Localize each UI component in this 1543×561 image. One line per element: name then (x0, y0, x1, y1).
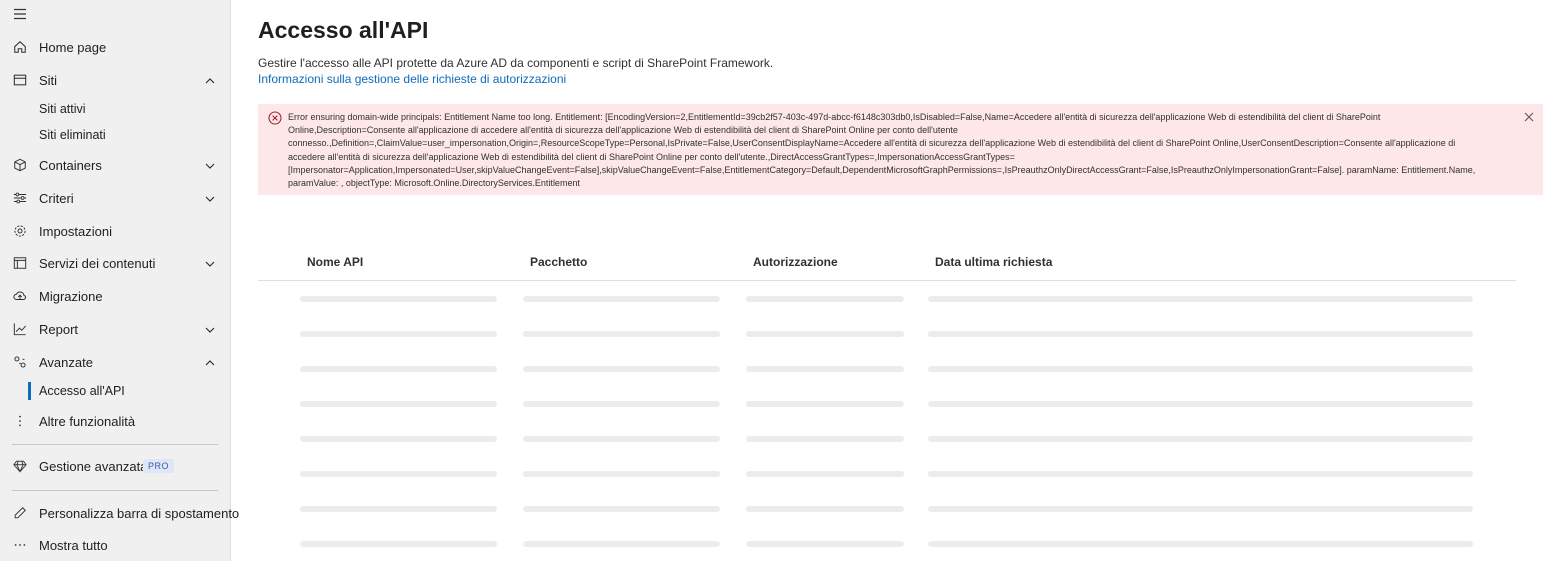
nav-servizi-contenuti[interactable]: Servizi dei contenuti (0, 248, 231, 278)
skeleton-bar (746, 366, 904, 372)
error-message-bar: Error ensuring domain-wide principals: E… (258, 104, 1543, 195)
skeleton-bar (300, 331, 497, 337)
table-header-divider (258, 280, 1516, 281)
advanced-icon (12, 354, 28, 370)
column-header-autorizzazione[interactable]: Autorizzazione (753, 255, 838, 269)
skeleton-bar (300, 506, 497, 512)
nav-avanzate[interactable]: Avanzate (0, 347, 231, 377)
nav-personalizza[interactable]: Personalizza barra di spostamento (0, 498, 239, 528)
nav-criteri[interactable]: Criteri (0, 183, 231, 213)
skeleton-bar (928, 296, 1473, 302)
skeleton-bar (746, 541, 904, 547)
diamond-icon (12, 458, 28, 474)
nav-divider (12, 444, 218, 445)
left-navigation: Home page Siti Siti attivi Siti eliminat… (0, 0, 239, 561)
skeleton-bar (746, 296, 904, 302)
permission-requests-info-link[interactable]: Informazioni sulla gestione delle richie… (258, 72, 566, 86)
chevron-up-icon[interactable] (204, 74, 216, 86)
nav-label: Home page (39, 39, 107, 55)
skeleton-bar (300, 401, 497, 407)
skeleton-bar (928, 541, 1473, 547)
settings-icon (12, 223, 28, 239)
close-icon[interactable] (1522, 110, 1536, 124)
column-header-pacchetto[interactable]: Pacchetto (530, 255, 587, 269)
nav-mostra-tutto[interactable]: Mostra tutto (0, 530, 231, 560)
skeleton-bar (746, 436, 904, 442)
chevron-down-icon[interactable] (204, 159, 216, 171)
nav-siti-attivi[interactable]: Siti attivi (0, 98, 231, 122)
active-indicator (28, 382, 31, 400)
nav-migrazione[interactable]: Migrazione (0, 281, 231, 311)
migration-icon (12, 288, 28, 304)
skeleton-bar (746, 331, 904, 337)
skeleton-bar (523, 471, 720, 477)
nav-accesso-api[interactable]: Accesso all'API (0, 380, 231, 404)
nav-siti[interactable]: Siti (0, 65, 231, 95)
policies-icon (12, 190, 28, 206)
nav-divider (12, 490, 218, 491)
skeleton-bar (746, 506, 904, 512)
skeleton-bar (746, 401, 904, 407)
skeleton-bar (300, 541, 497, 547)
pro-badge: PRO (143, 459, 175, 473)
home-icon (12, 39, 28, 55)
skeleton-bar (746, 471, 904, 477)
skeleton-bar (928, 331, 1473, 337)
skeleton-bar (523, 541, 720, 547)
skeleton-bar (300, 366, 497, 372)
nav-containers[interactable]: Containers (0, 150, 231, 180)
nav-home-page[interactable]: Home page (0, 32, 231, 62)
skeleton-bar (928, 471, 1473, 477)
skeleton-bar (523, 331, 720, 337)
chevron-down-icon[interactable] (204, 323, 216, 335)
skeleton-bar (523, 296, 720, 302)
nav-siti-eliminati[interactable]: Siti eliminati (0, 124, 231, 148)
column-header-data-ultima-richiesta[interactable]: Data ultima richiesta (935, 255, 1052, 269)
nav-impostazioni[interactable]: Impostazioni (0, 216, 231, 246)
skeleton-bar (928, 366, 1473, 372)
skeleton-bar (928, 506, 1473, 512)
chevron-down-icon[interactable] (204, 192, 216, 204)
nav-altre-funzionalita[interactable]: Altre funzionalità (0, 406, 231, 436)
page-description: Gestire l'accesso alle API protette da A… (258, 56, 774, 70)
more-features-icon (12, 413, 28, 429)
column-header-nome-api[interactable]: Nome API (307, 255, 363, 269)
skeleton-bar (523, 401, 720, 407)
page-title: Accesso all'API (258, 17, 429, 43)
error-icon (268, 111, 282, 125)
skeleton-bar (300, 471, 497, 477)
containers-icon (12, 157, 28, 173)
skeleton-bar (523, 366, 720, 372)
error-text: Error ensuring domain-wide principals: E… (288, 112, 1476, 189)
main-content: Accesso all'API Gestire l'accesso alle A… (231, 0, 1543, 561)
skeleton-bar (523, 506, 720, 512)
chevron-up-icon[interactable] (204, 356, 216, 368)
skeleton-bar (928, 436, 1473, 442)
hamburger-menu-icon[interactable] (12, 6, 28, 22)
pencil-icon (12, 505, 28, 521)
skeleton-bar (300, 436, 497, 442)
skeleton-bar (928, 401, 1473, 407)
skeleton-bar (523, 436, 720, 442)
nav-gestione-avanzata[interactable]: Gestione avanzata PRO (0, 451, 231, 481)
skeleton-bar (300, 296, 497, 302)
sites-icon (12, 72, 28, 88)
nav-report[interactable]: Report (0, 314, 231, 344)
content-services-icon (12, 255, 28, 271)
chevron-down-icon[interactable] (204, 257, 216, 269)
ellipsis-icon (12, 537, 28, 553)
nav-label: Siti (39, 72, 58, 88)
report-icon (12, 321, 28, 337)
